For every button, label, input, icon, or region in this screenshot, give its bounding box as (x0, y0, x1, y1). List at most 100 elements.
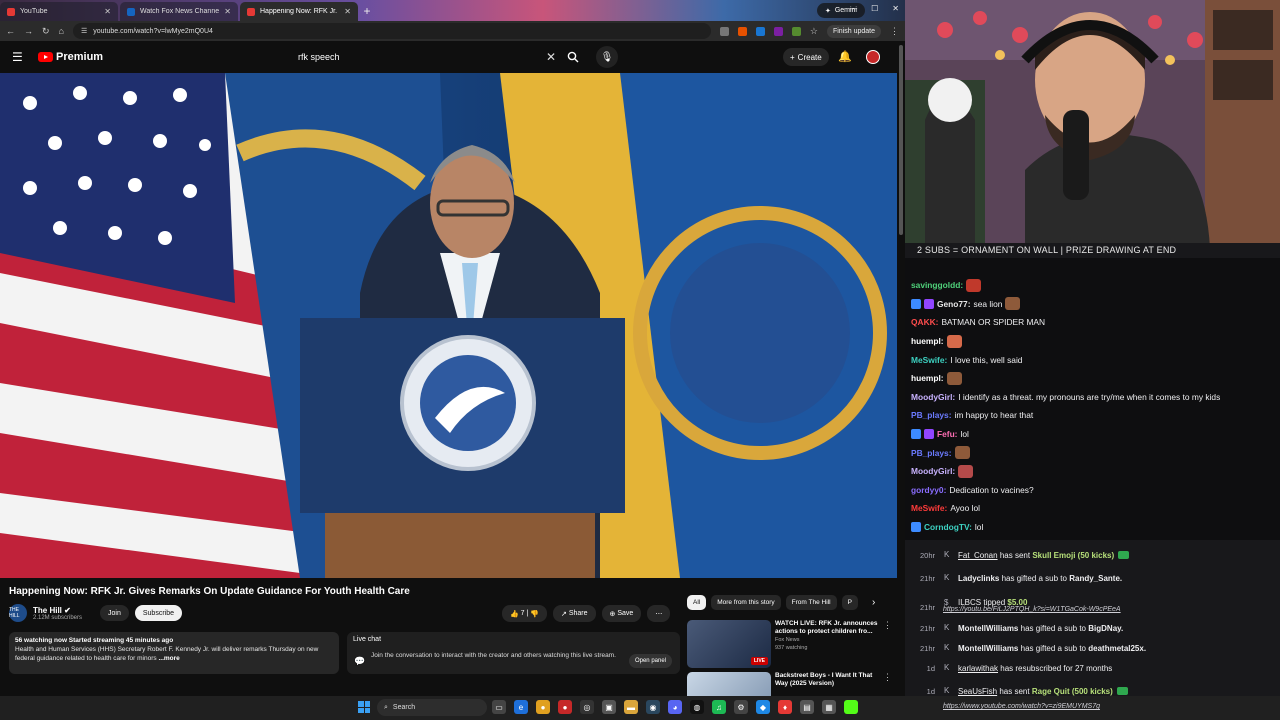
clear-search-icon[interactable]: ✕ (546, 50, 556, 64)
voice-search-button[interactable]: 🎙 (596, 46, 618, 68)
minimize-icon[interactable]: — (849, 4, 857, 13)
chat-username[interactable]: huempl: (911, 336, 944, 346)
app-icon[interactable]: ⚙ (734, 700, 748, 714)
obs-icon[interactable]: ◍ (690, 700, 704, 714)
chip-truncated[interactable]: P (841, 595, 858, 610)
event-user[interactable]: Ladyclinks (958, 574, 999, 583)
app-icon[interactable]: ◎ (580, 700, 594, 714)
kick-message-link[interactable]: https://www.youtube.com/watch?v=zi9EMUYM… (943, 703, 1100, 710)
notifications-bell-icon[interactable]: 🔔 (838, 50, 852, 63)
edge-icon[interactable]: e (514, 700, 528, 714)
open-panel-button[interactable]: Open panel (628, 654, 672, 668)
kick-app-icon[interactable] (844, 700, 858, 714)
tab-youtube[interactable]: YouTube ✕ (0, 2, 118, 21)
chrome-icon[interactable]: ● (536, 700, 550, 714)
home-icon[interactable]: ⌂ (59, 26, 64, 36)
file-explorer-icon[interactable]: ▬ (624, 700, 638, 714)
new-tab-icon[interactable]: + (360, 4, 374, 18)
app-icon[interactable]: ● (558, 700, 572, 714)
chevron-right-icon[interactable]: › (872, 597, 875, 608)
more-actions-button[interactable]: ⋯ (647, 605, 671, 622)
chat-username[interactable]: Geno77: (937, 299, 971, 309)
windows-start-icon[interactable] (358, 701, 370, 713)
close-tab-icon[interactable]: ✕ (344, 7, 351, 16)
spotify-icon[interactable]: ♫ (712, 700, 726, 714)
close-window-icon[interactable]: ✕ (892, 4, 899, 13)
extension-icon[interactable] (755, 26, 765, 36)
extension-icon[interactable] (737, 26, 747, 36)
video-player[interactable] (0, 73, 897, 578)
share-button[interactable]: ↗ Share (553, 605, 596, 622)
app-icon[interactable]: ♦ (778, 700, 792, 714)
recommendation-thumbnail[interactable] (687, 672, 771, 696)
browser-menu-icon[interactable]: ⋮ (890, 26, 899, 37)
chat-username[interactable]: MoodyGirl: (911, 392, 955, 402)
chat-username[interactable]: MoodyGirl: (911, 466, 955, 476)
app-icon[interactable]: ▤ (800, 700, 814, 714)
star-bookmark-icon[interactable]: ☆ (810, 26, 818, 37)
tab-happening-now[interactable]: Happening Now: RFK Jr. Gi ✕ (240, 2, 358, 21)
chat-username[interactable]: PB_plays: (911, 448, 952, 458)
extension-icon[interactable] (719, 26, 729, 36)
chip-more-from-story[interactable]: More from this story (711, 595, 781, 610)
chat-username[interactable]: PB_plays: (911, 410, 952, 420)
recommendation-title[interactable]: Backstreet Boys - I Want It That Way (20… (775, 672, 879, 688)
chat-username[interactable]: QAKK: (911, 317, 938, 327)
youtube-logo[interactable]: Premium (38, 51, 103, 63)
chat-username[interactable]: CorndogTV: (924, 522, 972, 532)
more-options-icon[interactable]: ⋮ (883, 620, 892, 668)
description-box[interactable]: 56 watching now Started streaming 45 min… (9, 632, 339, 674)
search-button[interactable] (562, 46, 584, 68)
event-user[interactable]: karlawithak (958, 664, 998, 673)
chat-username[interactable]: gordyy0: (911, 485, 946, 495)
thumbs-down-icon[interactable]: 👎 (530, 610, 539, 618)
address-bar[interactable]: ☰ youtube.com/watch?v=lwMye2mQ0U4 (72, 23, 711, 39)
event-user[interactable]: SeaUsFish (958, 687, 997, 696)
forward-icon[interactable]: → (24, 26, 33, 36)
event-user[interactable]: MontellWilliams (958, 624, 1018, 633)
channel-name[interactable]: The Hill ✔ (33, 606, 82, 615)
maximize-icon[interactable]: ☐ (871, 4, 878, 13)
close-tab-icon[interactable]: ✕ (104, 7, 111, 16)
close-tab-icon[interactable]: ✕ (224, 7, 231, 16)
show-more-link[interactable]: ...more (158, 655, 179, 662)
chat-username[interactable]: MeSwife: (911, 355, 947, 365)
hamburger-menu-icon[interactable]: ☰ (12, 50, 24, 64)
account-avatar[interactable] (866, 50, 880, 64)
app-icon[interactable]: ◆ (756, 700, 770, 714)
extension-icon[interactable] (773, 26, 783, 36)
event-user[interactable]: Fat_Conan (958, 551, 998, 560)
discord-icon[interactable]: ◕ (668, 700, 682, 714)
finish-update-button[interactable]: Finish update (826, 24, 881, 38)
recommendation-title[interactable]: WATCH LIVE: RFK Jr. announces actions to… (775, 620, 879, 636)
taskbar-search[interactable]: ⌕ Search (377, 699, 487, 716)
page-scrollbar[interactable] (897, 41, 905, 696)
search-input[interactable]: rfk speech ✕ (290, 45, 560, 69)
steam-icon[interactable]: ◉ (646, 700, 660, 714)
recommendation-thumbnail[interactable]: LIVE (687, 620, 771, 668)
more-options-icon[interactable]: ⋮ (883, 672, 892, 696)
chip-from-the-hill[interactable]: From The Hill (785, 595, 837, 610)
chat-username[interactable]: Fefu: (937, 429, 957, 439)
channel-avatar[interactable]: THE HILL (9, 604, 27, 622)
save-button[interactable]: ⊕ Save (601, 605, 642, 622)
chat-username[interactable]: huempl: (911, 373, 944, 383)
chat-username[interactable]: MeSwife: (911, 503, 947, 513)
tip-message-link[interactable]: https://youtu.be/FiLJ2PTQH_k?si=W1TGaCok… (943, 606, 1121, 613)
tab-fox-news[interactable]: Watch Fox News Channel ✕ (120, 2, 238, 21)
site-info-icon[interactable]: ☰ (81, 27, 87, 35)
task-view-icon[interactable]: ▭ (492, 700, 506, 714)
chat-username[interactable]: savinggoldd: (911, 280, 963, 290)
back-icon[interactable]: ← (6, 26, 15, 36)
scrollbar-thumb[interactable] (899, 45, 903, 235)
reload-icon[interactable]: ↻ (42, 26, 50, 37)
join-button[interactable]: Join (100, 605, 129, 621)
like-button[interactable]: 👍 7 | 👎 (502, 605, 548, 622)
app-icon[interactable]: ▣ (602, 700, 616, 714)
extension-icon[interactable] (791, 26, 801, 36)
subscribe-button[interactable]: Subscribe (134, 605, 183, 621)
create-button[interactable]: + Create (783, 48, 829, 66)
chip-all[interactable]: All (687, 595, 707, 610)
recommendation-item[interactable]: Backstreet Boys - I Want It That Way (20… (687, 672, 892, 696)
event-user[interactable]: MontellWilliams (958, 644, 1018, 653)
